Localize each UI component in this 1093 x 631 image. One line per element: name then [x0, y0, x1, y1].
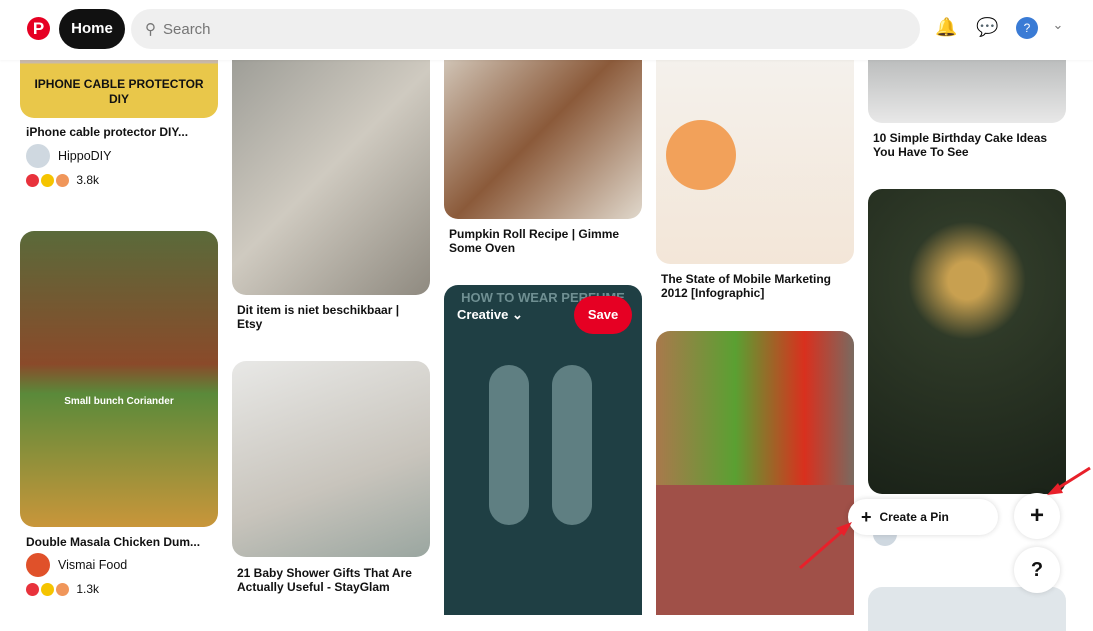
- annotation-arrow: [799, 526, 847, 570]
- annotation-arrow: [1054, 466, 1091, 492]
- annotation-arrows: [799, 466, 1091, 570]
